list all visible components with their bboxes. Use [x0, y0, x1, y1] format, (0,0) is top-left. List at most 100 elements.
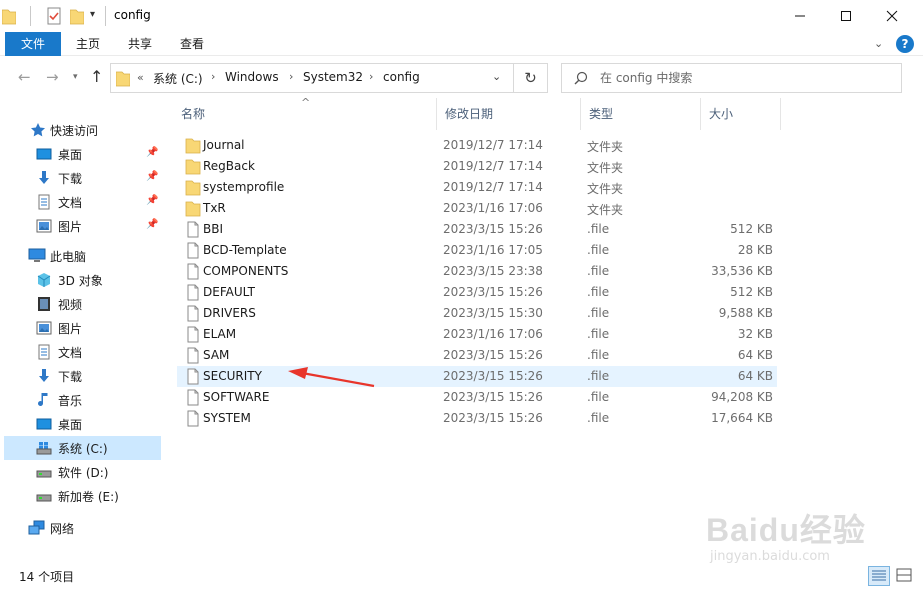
sidebar-item-videos[interactable]: 视频	[4, 292, 161, 316]
sidebar-item-pictures-pc[interactable]: 图片	[4, 316, 161, 340]
address-dropdown-icon[interactable]: ⌄	[492, 70, 501, 83]
file-date-modified: 2023/3/15 15:26	[443, 348, 543, 362]
desktop-icon	[36, 416, 52, 432]
column-header-name[interactable]: 名称	[173, 98, 437, 130]
recent-locations-chevron-icon[interactable]: ▾	[73, 72, 78, 82]
pictures-icon	[36, 218, 52, 234]
tab-share[interactable]: 共享	[118, 32, 162, 56]
details-view-button[interactable]	[868, 566, 890, 586]
maximize-button[interactable]	[823, 0, 869, 32]
file-row[interactable]: BBI 2023/3/15 15:26 .file 512 KB	[177, 219, 777, 240]
file-date-modified: 2019/12/7 17:14	[443, 159, 543, 173]
sidebar-item-drive-d[interactable]: 软件 (D:)	[4, 460, 161, 484]
properties-icon[interactable]	[46, 7, 62, 25]
file-name: COMPONENTS	[203, 264, 289, 278]
close-button[interactable]	[869, 0, 915, 32]
file-icon	[185, 263, 201, 280]
sidebar-item-desktop[interactable]: 桌面 📌	[4, 142, 161, 166]
back-arrow-icon[interactable]: ←	[18, 68, 31, 86]
file-row[interactable]: SECURITY 2023/3/15 15:26 .file 64 KB	[177, 366, 777, 387]
file-row[interactable]: Journal 2019/12/7 17:14 文件夹	[177, 135, 777, 156]
quick-access-folder-icon[interactable]	[1, 7, 17, 25]
file-date-modified: 2023/1/16 17:05	[443, 243, 543, 257]
drive-icon	[36, 488, 52, 504]
sidebar-item-network[interactable]: 网络	[4, 516, 161, 540]
file-name: DEFAULT	[203, 285, 255, 299]
file-row[interactable]: DRIVERS 2023/3/15 15:30 .file 9,588 KB	[177, 303, 777, 324]
pin-icon[interactable]: 📌	[146, 219, 158, 230]
file-type: 文件夹	[587, 203, 624, 217]
column-header-date[interactable]: 修改日期	[437, 98, 581, 130]
sidebar-item-music[interactable]: 音乐	[4, 388, 161, 412]
sidebar-item-system-drive[interactable]: 系统 (C:)	[4, 436, 161, 460]
large-icons-view-button[interactable]	[894, 566, 916, 586]
file-row[interactable]: ELAM 2023/1/16 17:06 .file 32 KB	[177, 324, 777, 345]
address-bar[interactable]: « 系统 (C:) › Windows › System32 › config …	[110, 63, 514, 93]
file-type: .file	[587, 348, 610, 362]
up-arrow-icon[interactable]: ↑	[90, 67, 103, 86]
3d-objects-icon	[36, 272, 52, 288]
sidebar-item-downloads-pc[interactable]: 下载	[4, 364, 161, 388]
sidebar-item-pictures[interactable]: 图片 📌	[4, 214, 161, 238]
file-row[interactable]: SYSTEM 2023/3/15 15:26 .file 17,664 KB	[177, 408, 777, 429]
breadcrumb-windows[interactable]: Windows	[225, 70, 279, 84]
sidebar-item-documents-pc[interactable]: 文档	[4, 340, 161, 364]
sidebar-item-label: 图片	[58, 322, 83, 336]
pin-icon[interactable]: 📌	[146, 195, 158, 206]
search-box[interactable]	[561, 63, 902, 93]
file-type: .file	[587, 306, 610, 320]
file-size: 512 KB	[730, 285, 773, 299]
file-row[interactable]: COMPONENTS 2023/3/15 23:38 .file 33,536 KB	[177, 261, 777, 282]
file-type: .file	[587, 390, 610, 404]
tab-home[interactable]: 主页	[66, 32, 110, 56]
file-row[interactable]: systemprofile 2019/12/7 17:14 文件夹	[177, 177, 777, 198]
customize-toolbar-dropdown-icon[interactable]: ▾	[90, 9, 95, 27]
sidebar-item-this-pc[interactable]: 此电脑	[4, 244, 161, 268]
sidebar-item-desktop-pc[interactable]: 桌面	[4, 412, 161, 436]
pin-icon[interactable]: 📌	[146, 147, 158, 158]
breadcrumb-separator-icon[interactable]: ›	[289, 70, 293, 83]
refresh-button[interactable]: ↻	[514, 63, 548, 93]
sidebar-item-3d-objects[interactable]: 3D 对象	[4, 268, 161, 292]
breadcrumb-separator-icon[interactable]: ›	[211, 70, 215, 83]
file-name: Journal	[203, 138, 245, 152]
breadcrumb-separator-icon[interactable]: ›	[369, 70, 373, 83]
file-row[interactable]: RegBack 2019/12/7 17:14 文件夹	[177, 156, 777, 177]
file-type: 文件夹	[587, 182, 624, 196]
file-row[interactable]: SOFTWARE 2023/3/15 15:26 .file 94,208 KB	[177, 387, 777, 408]
file-row[interactable]: TxR 2023/1/16 17:06 文件夹	[177, 198, 777, 219]
sidebar-item-label: 文档	[58, 196, 83, 210]
download-icon	[36, 368, 52, 384]
sidebar-item-label: 视频	[58, 298, 83, 312]
forward-arrow-icon[interactable]: →	[46, 68, 59, 86]
tab-view[interactable]: 查看	[170, 32, 214, 56]
breadcrumb-system32[interactable]: System32	[303, 70, 363, 84]
sidebar-item-drive-e[interactable]: 新加卷 (E:)	[4, 484, 161, 508]
file-row[interactable]: BCD-Template 2023/1/16 17:05 .file 28 KB	[177, 240, 777, 261]
tab-file[interactable]: 文件	[5, 32, 61, 56]
details-view-icon	[872, 570, 886, 581]
file-size: 9,588 KB	[718, 306, 773, 320]
breadcrumb-system-drive[interactable]: 系统 (C:)	[153, 70, 203, 87]
file-row[interactable]: DEFAULT 2023/3/15 15:26 .file 512 KB	[177, 282, 777, 303]
file-row[interactable]: SAM 2023/3/15 15:26 .file 64 KB	[177, 345, 777, 366]
sidebar-item-documents[interactable]: 文档 📌	[4, 190, 161, 214]
file-date-modified: 2023/1/16 17:06	[443, 327, 543, 341]
minimize-button[interactable]	[777, 0, 823, 32]
file-date-modified: 2019/12/7 17:14	[443, 138, 543, 152]
expand-ribbon-icon[interactable]: ⌄	[874, 37, 883, 50]
breadcrumb-config[interactable]: config	[383, 70, 420, 84]
new-folder-icon[interactable]	[69, 7, 85, 25]
help-icon[interactable]: ?	[896, 35, 914, 53]
column-header-size[interactable]: 大小	[701, 98, 781, 130]
search-input[interactable]	[600, 64, 890, 92]
file-date-modified: 2023/3/15 15:30	[443, 306, 543, 320]
sidebar-item-downloads[interactable]: 下载 📌	[4, 166, 161, 190]
sidebar-item-quick-access[interactable]: 快速访问	[4, 118, 161, 142]
file-type: .file	[587, 327, 610, 341]
path-prefix[interactable]: «	[137, 71, 144, 84]
folder-icon	[185, 137, 201, 154]
sidebar-item-label: 音乐	[58, 394, 83, 408]
column-header-type[interactable]: 类型	[581, 98, 701, 130]
pin-icon[interactable]: 📌	[146, 171, 158, 182]
